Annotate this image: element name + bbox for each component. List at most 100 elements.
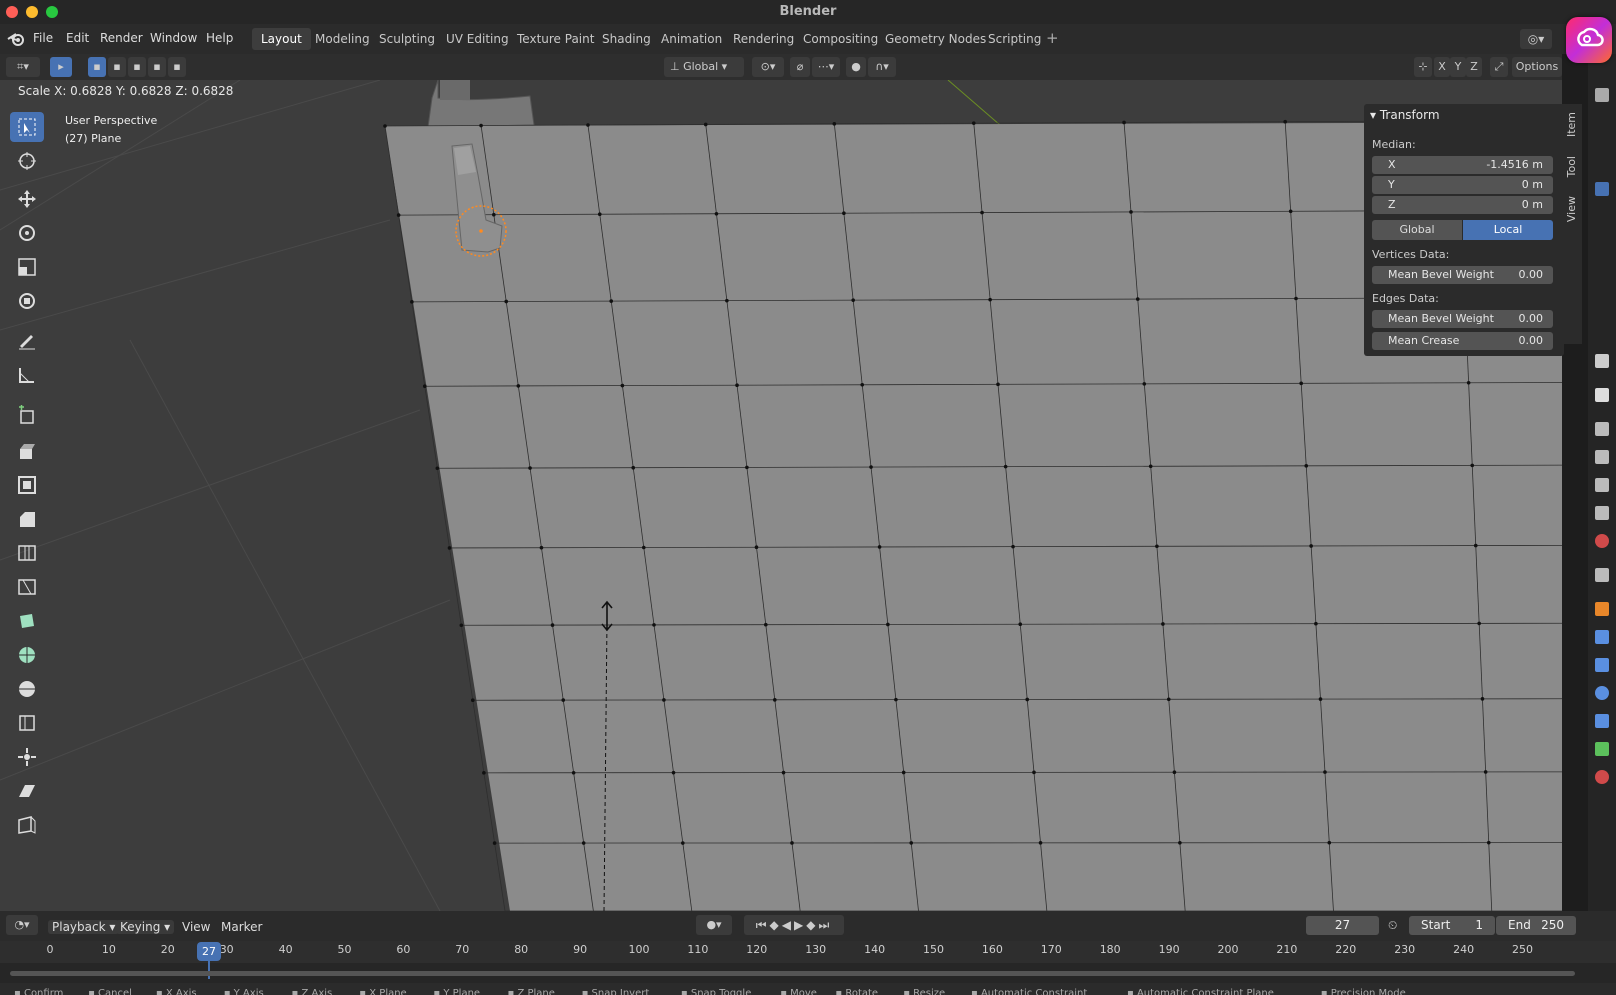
mesh-vertex[interactable] bbox=[422, 384, 427, 389]
mesh-vertex[interactable] bbox=[1018, 622, 1023, 627]
mesh-vertex[interactable] bbox=[1166, 697, 1171, 702]
mesh-vertex[interactable] bbox=[725, 298, 729, 303]
mesh-vertex[interactable] bbox=[1309, 544, 1313, 548]
mesh-vertex[interactable] bbox=[1025, 697, 1030, 702]
mesh-vertex[interactable] bbox=[832, 122, 837, 126]
tab-animation[interactable]: Animation bbox=[652, 28, 731, 50]
mesh-vertex[interactable] bbox=[1466, 381, 1471, 385]
mesh-vertex[interactable] bbox=[971, 121, 976, 125]
outliner-icon[interactable] bbox=[1595, 88, 1609, 102]
tool-properties-icon[interactable] bbox=[1595, 388, 1609, 402]
properties-editor-icon[interactable] bbox=[1595, 354, 1609, 368]
constraint-properties-icon[interactable] bbox=[1595, 714, 1609, 728]
preview-range-icon[interactable]: ⏲ bbox=[1388, 918, 1397, 933]
tab-view[interactable]: View bbox=[1565, 196, 1578, 222]
end-frame-field[interactable]: End 250 bbox=[1496, 916, 1576, 935]
mesh-vertex[interactable] bbox=[735, 383, 739, 388]
mesh-vertex[interactable] bbox=[1178, 840, 1182, 845]
tab-shading[interactable]: Shading bbox=[593, 28, 660, 50]
face-select-icon[interactable]: ▪ bbox=[128, 57, 146, 77]
current-frame-field[interactable]: 27 bbox=[1306, 916, 1379, 935]
auto-keying-icon[interactable]: ●▾ bbox=[696, 915, 732, 935]
mesh-vertex[interactable] bbox=[631, 465, 636, 470]
jump-start-icon[interactable]: ⏮ bbox=[756, 918, 770, 932]
transform-panel-header[interactable]: ▾ Transform bbox=[1370, 108, 1440, 122]
mesh-vertex[interactable] bbox=[1327, 840, 1332, 845]
mesh-vertex[interactable] bbox=[1135, 297, 1140, 301]
mesh-vertex[interactable] bbox=[1314, 621, 1318, 626]
mesh-vertex[interactable] bbox=[1003, 464, 1008, 469]
modifier-properties-icon[interactable] bbox=[1595, 630, 1609, 644]
marker-menu[interactable]: Marker bbox=[221, 920, 262, 934]
mesh-vertex[interactable] bbox=[435, 466, 440, 471]
mesh-vertex[interactable] bbox=[842, 211, 846, 215]
tab-rendering[interactable]: Rendering bbox=[724, 28, 803, 50]
mesh-vertex[interactable] bbox=[662, 698, 666, 702]
mesh-vertex[interactable] bbox=[1486, 840, 1491, 845]
data-properties-icon[interactable] bbox=[1595, 742, 1609, 756]
mesh-vertex[interactable] bbox=[1283, 119, 1287, 124]
falloff-icon[interactable]: ∩▾ bbox=[868, 57, 896, 77]
mesh-vertex[interactable] bbox=[681, 841, 685, 845]
snap-target-icon[interactable]: ⋯▾ bbox=[812, 57, 840, 77]
mesh-vertex[interactable] bbox=[597, 212, 602, 217]
scale-tool[interactable] bbox=[10, 252, 44, 282]
pivot-point-icon[interactable]: ⊙▾ bbox=[752, 57, 784, 77]
auto-merge-icon[interactable]: ⤢ bbox=[1490, 57, 1508, 77]
add-cube-tool[interactable] bbox=[10, 400, 44, 430]
mesh-vertex[interactable] bbox=[909, 841, 914, 845]
mesh-vertex[interactable] bbox=[482, 771, 486, 775]
play-icon[interactable]: ▶ bbox=[794, 918, 806, 932]
keying-menu[interactable]: Keying ▾ bbox=[116, 920, 175, 934]
mesh-vertex[interactable] bbox=[609, 299, 614, 303]
mesh-vertex[interactable] bbox=[1299, 381, 1303, 386]
mesh-vertex[interactable] bbox=[988, 297, 992, 302]
mesh-vertex[interactable] bbox=[1323, 770, 1327, 774]
mesh-vertex[interactable] bbox=[470, 698, 475, 703]
jump-end-icon[interactable]: ⏭ bbox=[818, 918, 832, 932]
vertex-bevel-weight-field[interactable]: Mean Bevel Weight 0.00 bbox=[1372, 266, 1553, 284]
playback-controls[interactable]: ⏮◆◀▶◆⏭ bbox=[744, 915, 844, 935]
mirror-z-toggle[interactable]: Z bbox=[1466, 57, 1482, 77]
mesh-vertex[interactable] bbox=[1473, 543, 1478, 548]
mesh-vertex[interactable] bbox=[396, 213, 401, 217]
mesh-vertex[interactable] bbox=[1304, 464, 1309, 468]
mesh-vertex[interactable] bbox=[860, 382, 865, 387]
mesh-vertex[interactable] bbox=[383, 124, 387, 128]
cursor-tool[interactable] bbox=[10, 146, 44, 176]
shear-tool[interactable] bbox=[10, 776, 44, 806]
scene-properties-icon[interactable] bbox=[1595, 506, 1609, 520]
mesh-vertex[interactable] bbox=[641, 545, 646, 550]
median-y-field[interactable]: Y 0 m bbox=[1372, 176, 1553, 194]
object-properties-icon[interactable] bbox=[1595, 602, 1609, 616]
timeline-view-menu[interactable]: View bbox=[182, 920, 210, 934]
mesh-vertex[interactable] bbox=[586, 123, 590, 127]
view-layer-icon[interactable] bbox=[1595, 182, 1609, 196]
creative-cloud-icon[interactable] bbox=[1566, 17, 1612, 63]
select-box-tool[interactable] bbox=[10, 112, 44, 142]
edge-bevel-weight-field[interactable]: Mean Bevel Weight 0.00 bbox=[1372, 310, 1553, 328]
mesh-vertex[interactable] bbox=[539, 545, 544, 550]
tab-scripting[interactable]: Scripting bbox=[979, 28, 1050, 50]
mesh-vertex[interactable] bbox=[550, 623, 555, 627]
mesh-vertex[interactable] bbox=[1032, 770, 1036, 775]
mesh-vertex[interactable] bbox=[781, 770, 786, 775]
mesh-vertex[interactable] bbox=[773, 698, 777, 702]
mesh-vertex[interactable] bbox=[652, 623, 656, 627]
mesh-vertex[interactable] bbox=[754, 545, 759, 550]
global-toggle[interactable]: Global bbox=[1372, 220, 1462, 240]
frame-ruler[interactable]: 0 10 20 30 40 50 60 70 80 90 100 110 120 130 140 150 160… bbox=[0, 941, 1616, 963]
mesh-vertex[interactable] bbox=[1172, 770, 1177, 775]
mesh-vertex[interactable] bbox=[1470, 463, 1475, 468]
tab-geometry-nodes[interactable]: Geometry Nodes bbox=[876, 28, 995, 50]
prev-key-icon[interactable]: ◆ bbox=[770, 918, 782, 932]
mesh-vertex[interactable] bbox=[620, 383, 625, 388]
mesh-vertex[interactable] bbox=[901, 770, 906, 775]
mesh-vertex[interactable] bbox=[1318, 697, 1323, 701]
mesh-vertex[interactable] bbox=[504, 299, 509, 304]
mirror-icon[interactable]: ⊹ bbox=[1414, 57, 1432, 77]
mesh-vertex[interactable] bbox=[790, 841, 794, 845]
mesh-vertex[interactable] bbox=[1038, 841, 1043, 845]
mesh-vertex[interactable] bbox=[1480, 697, 1485, 701]
rotate-tool[interactable] bbox=[10, 218, 44, 248]
